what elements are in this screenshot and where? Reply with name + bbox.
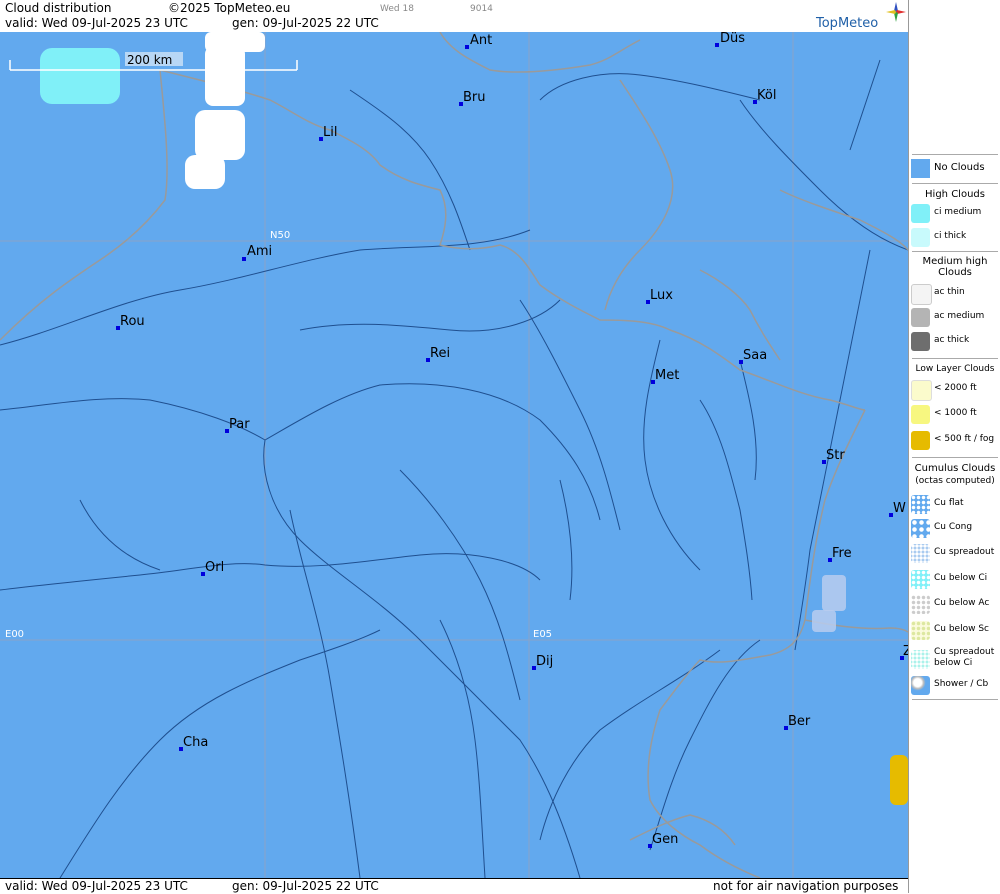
- map-header: Cloud distribution ©2025 TopMeteo.eu Wed…: [0, 0, 908, 33]
- scale-label: 200 km: [127, 53, 172, 67]
- compass-icon: [886, 2, 906, 22]
- legend-low-2000: < 2000 ft: [909, 379, 1000, 401]
- legend-cumulus-title: Cumulus Clouds: [914, 463, 996, 474]
- grid-label-e05: E05: [533, 629, 552, 640]
- city-marker-ami: [242, 257, 246, 261]
- legend-cu-flat: Cu flat: [909, 494, 1000, 516]
- grid-label-n50: N50: [270, 230, 290, 241]
- city-label-ant: Ant: [470, 33, 492, 48]
- legend-low-title: Low Layer Clouds: [915, 364, 995, 374]
- header-small-1: Wed 18: [380, 4, 414, 14]
- city-label-dus: Düs: [720, 32, 745, 46]
- city-label-lux: Lux: [650, 288, 673, 303]
- city-label-bru: Bru: [463, 90, 486, 105]
- city-label-cha: Cha: [183, 735, 208, 750]
- ci-thick-patch-3: [195, 110, 245, 160]
- city-label-gen: Gen: [652, 832, 678, 847]
- city-marker-dus: [715, 43, 719, 47]
- legend-cu-spreadout: Cu spreadout: [909, 543, 1000, 565]
- footer-valid-time: valid: Wed 09-Jul-2025 23 UTC: [5, 879, 188, 893]
- city-label-saa: Saa: [743, 348, 767, 363]
- legend-ac-thick: ac thick: [909, 331, 1000, 353]
- copyright: ©2025 TopMeteo.eu: [168, 1, 291, 15]
- legend-ac-thin: ac thin: [909, 283, 1000, 305]
- legend-ac-medium: ac medium: [909, 307, 1000, 329]
- city-label-rou: Rou: [120, 314, 145, 329]
- grid-label-e00: E00: [5, 629, 24, 640]
- topmeteo-logo: TopMeteo: [816, 16, 879, 31]
- cu-flat-patch-2: [812, 610, 836, 632]
- legend-cu-below-ci: Cu below Ci: [909, 569, 1000, 591]
- legend-cu-below-sc: Cu below Sc: [909, 620, 1000, 642]
- map-title: Cloud distribution: [5, 1, 112, 15]
- city-label-ber: Ber: [788, 714, 811, 729]
- low-fog-patch: [890, 755, 908, 805]
- valid-time: valid: Wed 09-Jul-2025 23 UTC: [5, 16, 188, 30]
- disclaimer: not for air navigation purposes: [713, 879, 899, 893]
- legend-panel: No Clouds High Clouds ci medium ci thick…: [908, 0, 1000, 893]
- legend-shower-cb: Shower / Cb: [909, 675, 1000, 697]
- legend-high-title: High Clouds: [925, 189, 985, 200]
- ci-medium-patch: [40, 48, 120, 104]
- city-label-lil: Lil: [323, 125, 337, 140]
- legend-ci-medium: ci medium: [909, 203, 1000, 225]
- cloud-map[interactable]: N50 E00 E05 200 km Ant DüsBru KölLilAmiR…: [0, 32, 908, 878]
- header-small-2: 9014: [470, 4, 493, 14]
- cu-flat-patch-1: [822, 575, 846, 611]
- city-label-dij: Dij: [536, 654, 553, 669]
- legend-no-clouds: No Clouds: [909, 158, 1000, 180]
- city-label-str: Str: [826, 448, 845, 463]
- city-marker-ant: [465, 45, 469, 49]
- legend-cu-spreadout-below-ci: Cu spreadout below Ci: [909, 646, 1000, 674]
- generated-time: gen: 09-Jul-2025 22 UTC: [232, 16, 379, 30]
- map-footer: valid: Wed 09-Jul-2025 23 UTC gen: 09-Ju…: [0, 878, 908, 894]
- city-label-rei: Rei: [430, 346, 450, 361]
- legend-low-1000: < 1000 ft: [909, 404, 1000, 426]
- city-label-par: Par: [229, 417, 250, 432]
- city-label-orl: Orl: [205, 560, 224, 575]
- city-label-met: Met: [655, 368, 679, 383]
- city-label-kol: Köl: [757, 88, 776, 103]
- ci-thick-patch-4: [185, 155, 225, 189]
- legend-medium-title: Medium high Clouds: [922, 256, 988, 278]
- no-clouds-area: [0, 32, 908, 878]
- city-label-fre: Fre: [832, 546, 852, 561]
- legend-low-500: < 500 ft / fog: [909, 430, 1000, 452]
- legend-cu-cong: Cu Cong: [909, 518, 1000, 540]
- city-label-ami: Ami: [247, 244, 272, 259]
- legend-cu-below-ac: Cu below Ac: [909, 594, 1000, 616]
- city-label-w: W: [893, 501, 906, 516]
- legend-ci-thick: ci thick: [909, 227, 1000, 249]
- footer-generated-time: gen: 09-Jul-2025 22 UTC: [232, 879, 379, 893]
- ci-thick-patch-2: [205, 46, 245, 106]
- legend-cumulus-sub: (octas computed): [915, 476, 995, 486]
